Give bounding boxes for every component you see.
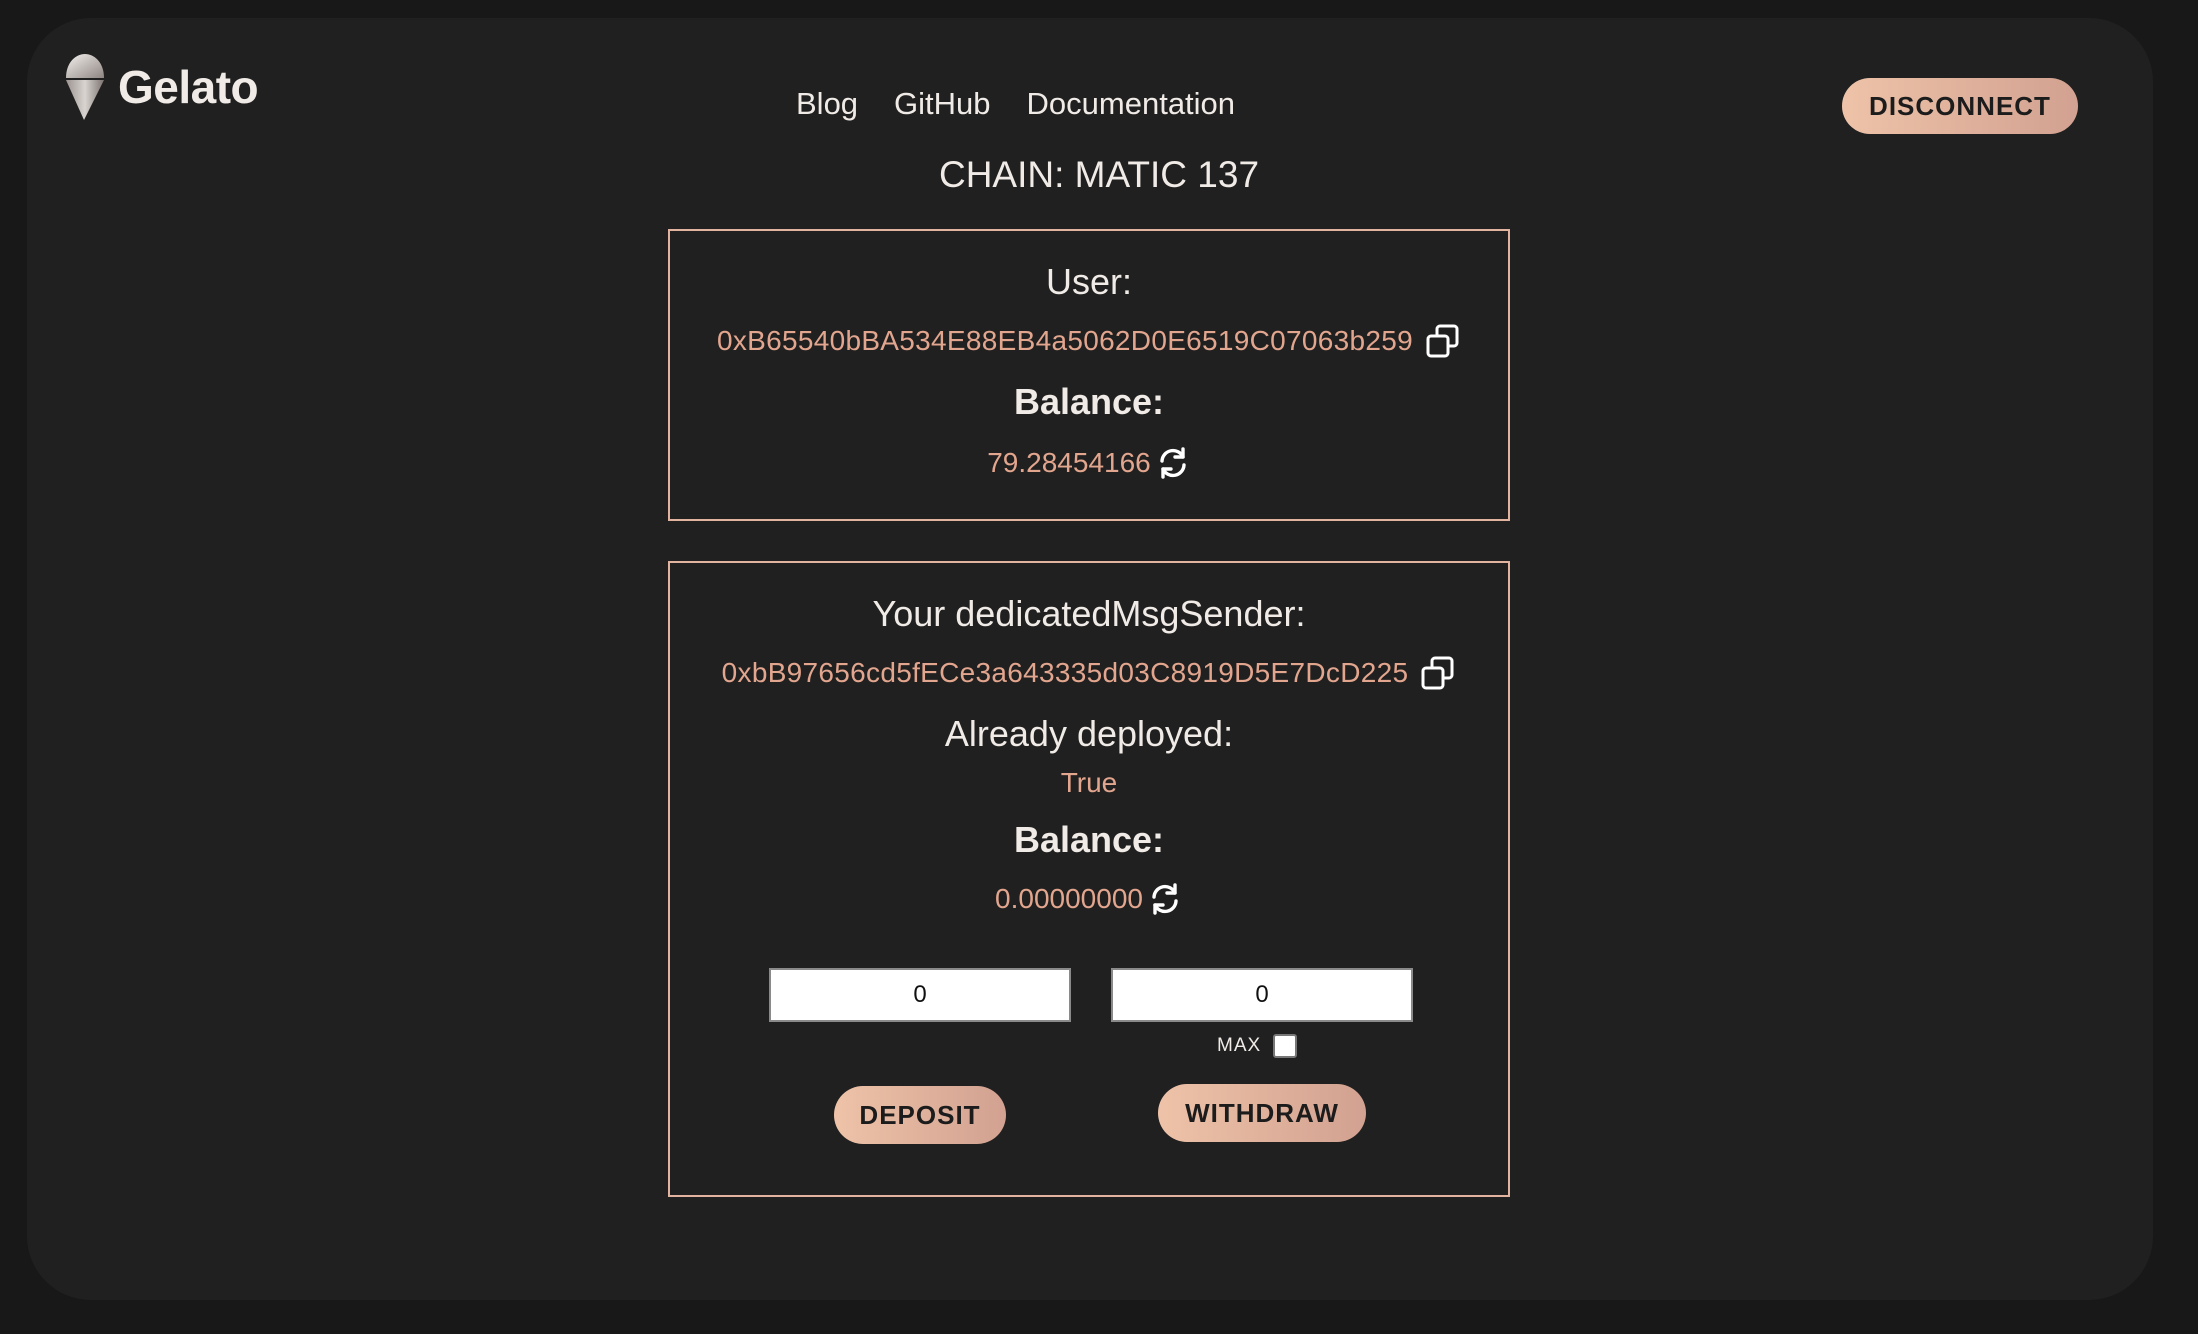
nav-blog-link[interactable]: Blog (796, 86, 858, 122)
ice-cream-icon (62, 52, 108, 122)
msg-sender-label: Your dedicatedMsgSender: (872, 593, 1306, 634)
deployed-label: Already deployed: (944, 713, 1234, 754)
refresh-icon[interactable] (1147, 881, 1183, 917)
user-label: User: (1045, 261, 1132, 302)
copy-icon[interactable] (1420, 655, 1456, 691)
user-balance-value: 79.28454166 (987, 447, 1151, 478)
deployed-value: True (1060, 767, 1118, 798)
max-label: MAX (1217, 1035, 1262, 1056)
msg-sender-balance-value: 0.00000000 (995, 883, 1143, 914)
msg-sender-balance-row: 0.00000000 (670, 881, 1508, 917)
user-address-row: 0xB65540bBA534E88EB4a5062D0E6519C07063b2… (670, 323, 1508, 359)
deposit-amount-input[interactable] (769, 968, 1071, 1022)
msg-sender-address: 0xbB97656cd5fECe3a643335d03C8919D5E7DcD2… (721, 657, 1409, 688)
top-nav: Blog GitHub Documentation (796, 86, 1235, 122)
user-balance-row: 79.28454166 (670, 445, 1508, 481)
brand-name: Gelato (118, 61, 259, 113)
withdraw-amount-input[interactable] (1111, 968, 1413, 1022)
nav-github-link[interactable]: GitHub (894, 86, 990, 122)
refresh-icon[interactable] (1155, 445, 1191, 481)
disconnect-button[interactable]: DISCONNECT (1842, 78, 2078, 134)
max-toggle: MAX (1217, 1034, 1298, 1058)
user-balance-label: Balance: (1013, 381, 1165, 422)
msg-sender-balance-label: Balance: (1013, 819, 1165, 860)
withdraw-button[interactable]: WITHDRAW (1158, 1084, 1366, 1142)
user-card: User: 0xB65540bBA534E88EB4a5062D0E6519C0… (668, 229, 1510, 521)
max-checkbox[interactable] (1273, 1034, 1298, 1058)
deposit-button[interactable]: DEPOSIT (834, 1086, 1006, 1144)
user-address: 0xB65540bBA534E88EB4a5062D0E6519C07063b2… (716, 325, 1414, 356)
chain-label: CHAIN: MATIC 137 (938, 154, 1260, 195)
brand-logo[interactable]: Gelato (62, 52, 259, 122)
msg-sender-card: Your dedicatedMsgSender: 0xbB97656cd5fEC… (668, 561, 1510, 1197)
msg-sender-address-row: 0xbB97656cd5fECe3a643335d03C8919D5E7DcD2… (670, 655, 1508, 691)
nav-documentation-link[interactable]: Documentation (1027, 86, 1236, 122)
copy-icon[interactable] (1425, 323, 1461, 359)
